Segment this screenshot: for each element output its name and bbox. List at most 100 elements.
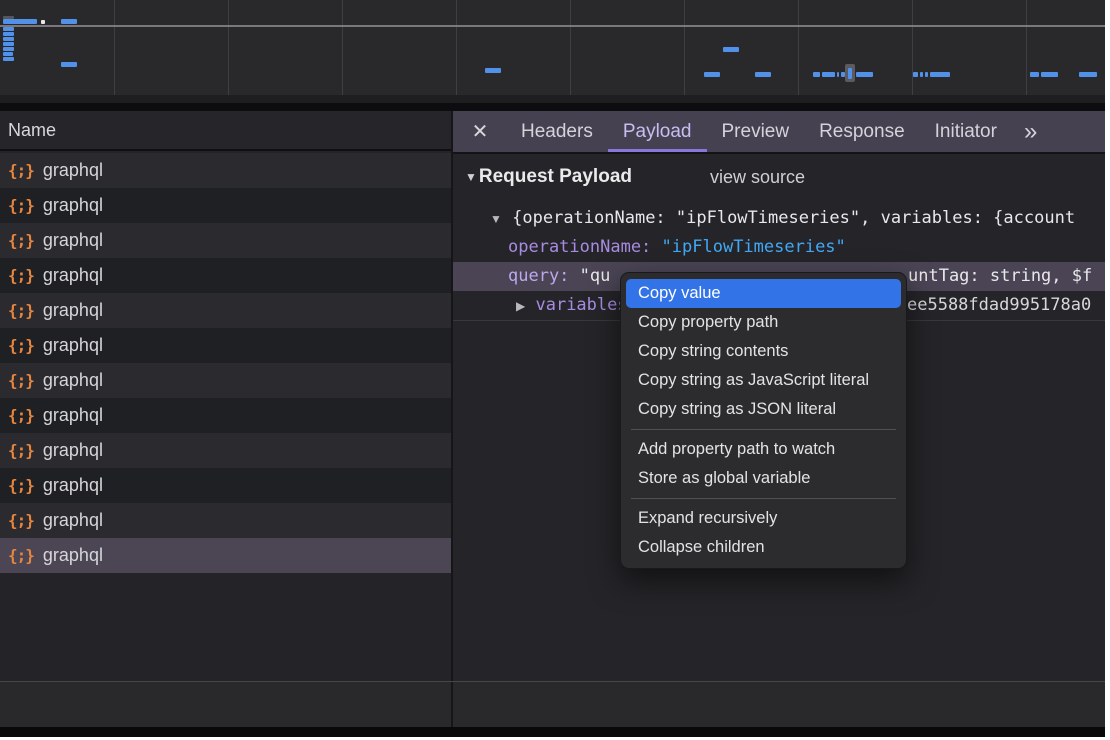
- request-row[interactable]: {;} graphql: [0, 188, 451, 223]
- request-row[interactable]: {;} graphql: [0, 258, 451, 293]
- request-row[interactable]: {;}graphql: [0, 293, 451, 328]
- request-name-label: graphql: [43, 230, 103, 251]
- tab-response[interactable]: Response: [804, 111, 920, 152]
- query-value-left: "qu: [580, 266, 611, 286]
- overview-request-bar: [3, 19, 37, 24]
- request-row[interactable]: {;} graphql: [0, 328, 451, 363]
- operation-name-row[interactable]: operationName: "ipFlowTimeseries": [453, 233, 1105, 262]
- timeline-gridline: [114, 0, 115, 95]
- request-row[interactable]: {;} graphql: [0, 468, 451, 503]
- operation-key: operationName:: [508, 237, 651, 257]
- overview-request-bar: [925, 72, 928, 77]
- overview-request-bar: [485, 68, 501, 73]
- overview-request-bar: [61, 19, 77, 24]
- request-row[interactable]: {;} graphql: [0, 153, 451, 188]
- close-icon[interactable]: ✕: [468, 111, 492, 152]
- overview-request-bar: [856, 72, 873, 77]
- fetch-json-icon: {;}: [8, 231, 34, 250]
- fetch-json-icon: {;}: [8, 336, 34, 355]
- request-list-panel: Name {;}graphql{;}graphql{;}graphql{;}gr…: [0, 111, 451, 727]
- request-row[interactable]: {;}graphql: [0, 433, 451, 468]
- overview-request-bar: [3, 37, 14, 41]
- fetch-json-icon: {;}: [8, 476, 34, 495]
- overview-request-bar: [920, 72, 923, 77]
- timeline-gridline: [456, 0, 457, 95]
- overview-request-bar: [1030, 72, 1039, 77]
- tab-initiator[interactable]: Initiator: [920, 111, 1012, 152]
- tab-headers[interactable]: Headers: [506, 111, 608, 152]
- request-name-label: graphql: [43, 265, 103, 286]
- request-row[interactable]: {;}graphql: [0, 398, 451, 433]
- tab-preview[interactable]: Preview: [707, 111, 805, 152]
- expanded-triangle-icon[interactable]: ▼: [490, 212, 502, 226]
- request-name-label: graphql: [43, 160, 103, 181]
- variables-key: variables: [535, 295, 627, 315]
- variables-value-right: ee5588fdad995178a0: [907, 291, 1091, 320]
- request-name-label: graphql: [43, 300, 103, 321]
- request-name-label: graphql: [43, 545, 103, 566]
- menu-item-copy-string-as-json-literal[interactable]: Copy string as JSON literal: [626, 395, 901, 424]
- request-name-label: graphql: [43, 195, 103, 216]
- request-name-label: graphql: [43, 335, 103, 356]
- collapsed-triangle-icon[interactable]: ▶: [516, 299, 525, 313]
- request-name-label: graphql: [43, 475, 103, 496]
- menu-item-collapse-children[interactable]: Collapse children: [626, 533, 901, 562]
- menu-item-copy-value[interactable]: Copy value: [626, 279, 901, 308]
- fetch-json-icon: {;}: [8, 441, 34, 460]
- request-row[interactable]: {;}graphql: [0, 363, 451, 398]
- menu-item-copy-string-as-javascript-literal[interactable]: Copy string as JavaScript literal: [626, 366, 901, 395]
- request-row[interactable]: {;} graphql: [0, 538, 451, 573]
- overview-request-bar: [723, 47, 739, 52]
- details-tab-bar: ✕ HeadersPayloadPreviewResponseInitiator…: [453, 111, 1105, 154]
- summary-bar: [0, 681, 1105, 727]
- network-overview-timeline[interactable]: [0, 0, 1105, 95]
- timeline-gridline: [912, 0, 913, 95]
- overview-request-bar: [913, 72, 918, 77]
- tab-payload[interactable]: Payload: [608, 111, 707, 152]
- fetch-json-icon: {;}: [8, 196, 34, 215]
- request-row[interactable]: {;}graphql: [0, 503, 451, 538]
- summary-bar-divider: [451, 682, 453, 727]
- query-key: query:: [508, 266, 569, 286]
- request-payload-section-header[interactable]: ▼Request Payload: [465, 161, 632, 193]
- timeline-gridline: [342, 0, 343, 95]
- name-column-label: Name: [8, 120, 56, 141]
- view-source-link[interactable]: view source: [710, 161, 805, 193]
- timeline-horizontal-gridline: [0, 25, 1105, 27]
- overview-request-bar: [1041, 72, 1058, 77]
- more-tabs-icon[interactable]: »: [1024, 111, 1035, 152]
- request-row[interactable]: {;} graphql: [0, 223, 451, 258]
- menu-item-copy-property-path[interactable]: Copy property path: [626, 308, 901, 337]
- overview-request-bar: [3, 27, 14, 31]
- request-name-label: graphql: [43, 405, 103, 426]
- menu-item-expand-recursively[interactable]: Expand recursively: [626, 504, 901, 533]
- fetch-json-icon: {;}: [8, 161, 34, 180]
- overview-request-bar: [837, 72, 839, 77]
- overview-request-bar: [3, 47, 14, 51]
- overview-request-bar: [813, 72, 820, 77]
- collapse-triangle-icon[interactable]: ▼: [465, 170, 477, 184]
- payload-root-preview: {operationName: "ipFlowTimeseries", vari…: [512, 208, 1075, 228]
- menu-item-add-property-path-to-watch[interactable]: Add property path to watch: [626, 435, 901, 464]
- overview-request-bar: [3, 42, 14, 46]
- request-payload-title: Request Payload: [479, 166, 632, 188]
- operation-value: "ipFlowTimeseries": [662, 237, 846, 257]
- name-column-header[interactable]: Name: [0, 111, 451, 151]
- overview-request-bar: [704, 72, 720, 77]
- menu-item-copy-string-contents[interactable]: Copy string contents: [626, 337, 901, 366]
- window-bottom-edge: [0, 727, 1105, 737]
- overview-request-bar: [3, 57, 14, 61]
- menu-item-store-as-global-variable[interactable]: Store as global variable: [626, 464, 901, 493]
- timeline-gridline: [684, 0, 685, 95]
- request-name-label: graphql: [43, 510, 103, 531]
- overview-request-bar: [3, 32, 14, 36]
- fetch-json-icon: {;}: [8, 546, 34, 565]
- payload-root-row[interactable]: ▼ {operationName: "ipFlowTimeseries", va…: [453, 204, 1105, 233]
- menu-divider: [631, 498, 896, 499]
- fetch-json-icon: {;}: [8, 266, 34, 285]
- query-value-right: untTag: string, $f: [908, 262, 1098, 291]
- overview-request-bar: [61, 62, 77, 67]
- request-rows: {;} graphql {;} graphql {;} graphql {;} graphql…: [0, 153, 451, 573]
- timeline-gridline: [228, 0, 229, 95]
- timeline-gridline: [570, 0, 571, 95]
